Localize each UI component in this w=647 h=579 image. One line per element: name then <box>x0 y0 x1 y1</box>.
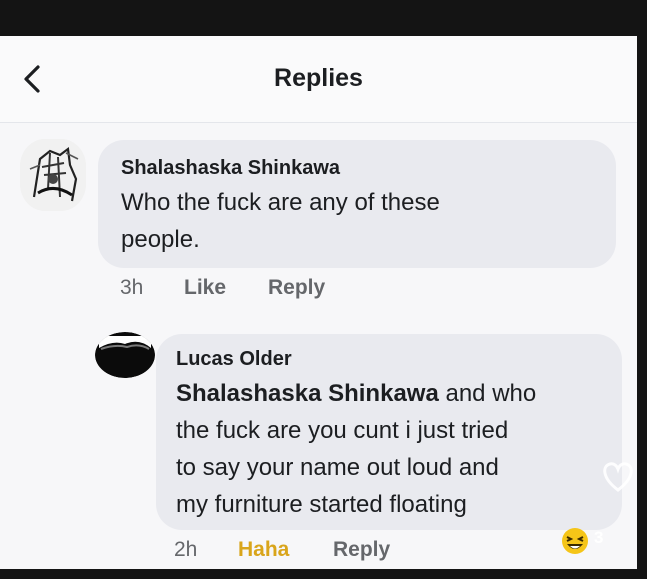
header-divider <box>0 122 637 123</box>
comment-author[interactable]: Shalashaska Shinkawa <box>121 157 340 180</box>
bottom-black-bar <box>0 569 647 579</box>
haha-button[interactable]: Haha <box>238 538 289 562</box>
header-bar: Replies <box>0 36 637 122</box>
dark-circle-avatar-icon <box>95 332 155 378</box>
reply-text-line-3: to say your name out loud and <box>176 454 499 481</box>
laughing-emoji-icon[interactable] <box>560 526 594 556</box>
comment-text-line-2: people. <box>121 226 200 253</box>
reply-reply-button[interactable]: Reply <box>333 538 390 562</box>
reply-avatar[interactable] <box>95 332 155 378</box>
reply-author[interactable]: Lucas Older <box>176 348 292 371</box>
comment-text-line-1: Who the fuck are any of these <box>121 189 440 216</box>
commenter-avatar[interactable] <box>20 139 86 211</box>
mention-link[interactable]: Shalashaska Shinkawa <box>176 380 439 407</box>
replies-screen: Replies Shalashaska Shinkawa Who the fuc… <box>0 36 637 569</box>
comment-time: 3h <box>120 276 144 299</box>
reply-text-line-1: Shalashaska Shinkawa and who <box>176 376 536 412</box>
reaction-count: 3 <box>594 528 604 547</box>
heart-outline-icon[interactable] <box>598 456 638 496</box>
reply-text-line-4: my furniture started floating <box>176 491 467 518</box>
like-button[interactable]: Like <box>184 276 226 300</box>
reply-text-line-1-rest: and who <box>438 380 537 407</box>
reply-button[interactable]: Reply <box>268 276 325 300</box>
top-black-bar <box>0 0 647 36</box>
app-frame: Replies Shalashaska Shinkawa Who the fuc… <box>0 0 647 579</box>
reply-text-line-2: the fuck are you cunt i just tried <box>176 417 509 444</box>
reply-time: 2h <box>174 538 198 561</box>
right-black-bar <box>637 36 647 569</box>
sketch-avatar-icon <box>20 139 86 211</box>
page-title: Replies <box>274 64 363 92</box>
